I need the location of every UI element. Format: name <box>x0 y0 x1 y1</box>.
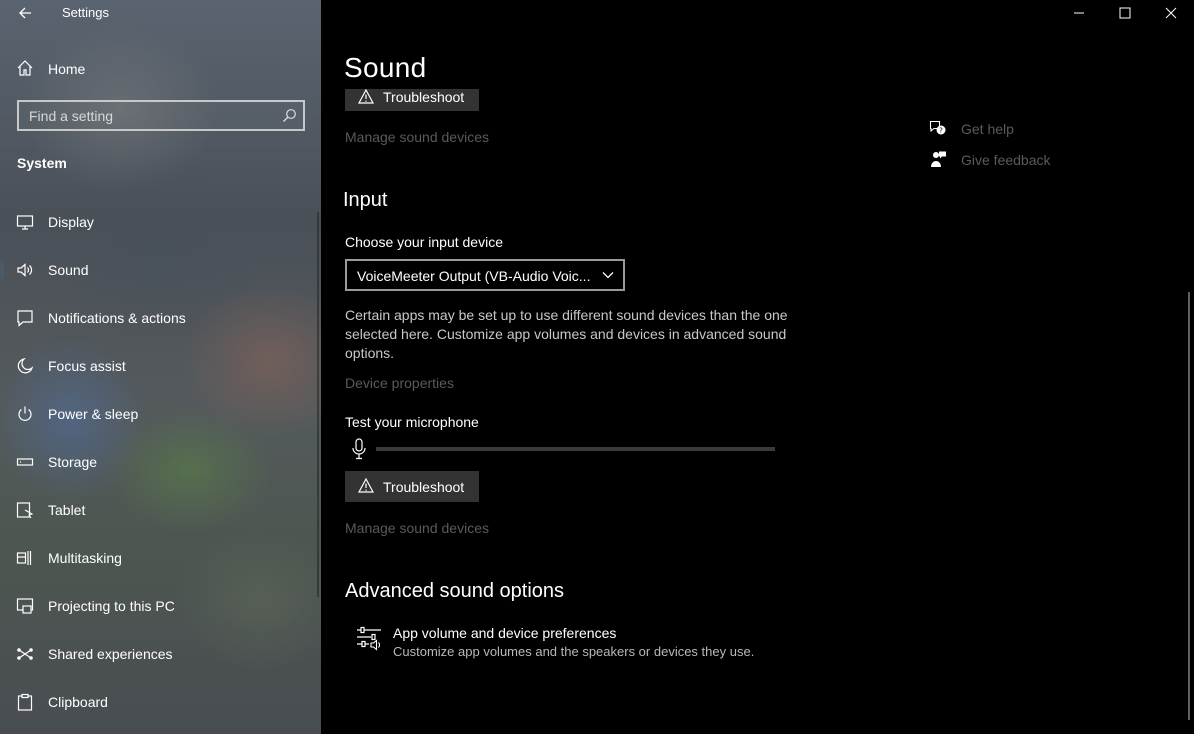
maximize-button[interactable] <box>1102 0 1148 26</box>
minimize-icon <box>1074 12 1084 14</box>
search-input[interactable] <box>19 102 269 129</box>
shared-icon <box>17 648 33 660</box>
title-bar: Settings <box>0 0 321 26</box>
chevron-down-icon <box>602 272 614 279</box>
sidebar-item-label: Sound <box>48 262 89 278</box>
home-icon <box>17 60 33 76</box>
sidebar: Settings Home System Display Sound <box>0 0 321 734</box>
search-icon[interactable] <box>282 108 297 123</box>
sidebar-item-label: Projecting to this PC <box>48 598 175 614</box>
sidebar-item-label: Tablet <box>48 502 86 518</box>
feedback-icon <box>931 151 946 167</box>
display-icon <box>16 215 34 230</box>
selected-device: VoiceMeeter Output (VB-Audio Voic... <box>357 268 591 284</box>
warning-icon <box>358 89 374 104</box>
button-label: Troubleshoot <box>383 479 465 495</box>
mixer-icon <box>357 626 381 651</box>
content-pane: Sound Troubleshoot Manage sound devices … <box>321 0 1194 734</box>
sidebar-item-label: Display <box>48 214 94 230</box>
projecting-icon <box>16 598 34 614</box>
warning-icon <box>358 478 374 493</box>
choose-input-device-label: Choose your input device <box>345 234 503 250</box>
give-feedback-label: Give feedback <box>961 152 1051 168</box>
sidebar-item-label: Focus assist <box>48 358 126 374</box>
minimize-button[interactable] <box>1056 0 1102 26</box>
sidebar-item-shared-experiences[interactable]: Shared experiences <box>0 633 321 673</box>
sidebar-item-projecting[interactable]: Projecting to this PC <box>0 585 321 625</box>
input-heading: Input <box>343 189 388 211</box>
sidebar-item-power-sleep[interactable]: Power & sleep <box>0 393 321 433</box>
section-label-system: System <box>17 155 67 171</box>
sidebar-item-label: Shared experiences <box>48 646 173 662</box>
sidebar-item-notifications[interactable]: Notifications & actions <box>0 297 321 337</box>
advanced-sound-options-heading: Advanced sound options <box>345 580 565 602</box>
app-volume-device-preferences-link[interactable]: App volume and device preferences Custom… <box>351 622 771 662</box>
button-label: Troubleshoot <box>383 89 465 105</box>
give-feedback-link[interactable]: Give feedback <box>929 150 1069 170</box>
input-device-dropdown[interactable]: VoiceMeeter Output (VB-Audio Voic... <box>345 259 625 291</box>
microphone-level-bar <box>376 447 775 451</box>
storage-icon <box>16 458 34 466</box>
power-icon <box>18 406 32 421</box>
sidebar-item-label: Multitasking <box>48 550 122 566</box>
sidebar-item-display[interactable]: Display <box>0 201 321 241</box>
page-title: Sound <box>344 52 427 83</box>
back-button[interactable] <box>12 2 38 24</box>
moon-icon <box>17 357 34 374</box>
search-box[interactable] <box>17 100 305 131</box>
input-description: Certain apps may be set up to use differ… <box>345 307 788 361</box>
app-volume-title: App volume and device preferences <box>393 625 617 641</box>
tablet-icon <box>16 502 34 519</box>
back-arrow-icon <box>19 7 31 19</box>
get-help-label: Get help <box>961 121 1014 137</box>
close-icon <box>1165 7 1177 19</box>
multitasking-icon <box>16 551 32 565</box>
sidebar-item-multitasking[interactable]: Multitasking <box>0 537 321 577</box>
sidebar-item-label: Clipboard <box>48 694 108 710</box>
sidebar-item-home[interactable]: Home <box>0 56 321 82</box>
maximize-icon <box>1119 7 1131 19</box>
app-volume-description: Customize app volumes and the speakers o… <box>393 644 755 659</box>
close-button[interactable] <box>1148 0 1194 26</box>
sidebar-item-clipboard[interactable]: Clipboard <box>0 681 321 721</box>
get-help-link[interactable]: ? Get help <box>929 119 1069 139</box>
sidebar-item-label: Notifications & actions <box>48 310 186 326</box>
output-troubleshoot-button[interactable]: Troubleshoot <box>345 89 479 111</box>
device-properties-link[interactable]: Device properties <box>345 375 454 391</box>
content-scrollbar[interactable] <box>1188 292 1190 720</box>
clipboard-icon <box>17 693 33 711</box>
output-manage-sound-devices-link[interactable]: Manage sound devices <box>345 129 489 145</box>
notification-icon <box>17 310 33 327</box>
sidebar-item-focus-assist[interactable]: Focus assist <box>0 345 321 385</box>
app-title: Settings <box>62 5 109 20</box>
sidebar-item-storage[interactable]: Storage <box>0 441 321 481</box>
sidebar-item-label: Storage <box>48 454 98 470</box>
speaker-icon <box>17 263 33 277</box>
test-microphone-label: Test your microphone <box>345 414 479 430</box>
help-chat-icon: ? <box>929 120 946 135</box>
sidebar-scrollbar[interactable] <box>317 212 319 597</box>
sidebar-item-label: Power & sleep <box>48 406 139 422</box>
svg-text:?: ? <box>939 127 943 135</box>
sidebar-item-sound[interactable]: Sound <box>0 249 321 289</box>
sidebar-item-label: Home <box>48 61 86 77</box>
input-troubleshoot-button[interactable]: Troubleshoot <box>345 471 479 502</box>
sidebar-item-tablet[interactable]: Tablet <box>0 489 321 529</box>
input-manage-sound-devices-link[interactable]: Manage sound devices <box>345 520 489 536</box>
microphone-icon <box>352 438 366 460</box>
